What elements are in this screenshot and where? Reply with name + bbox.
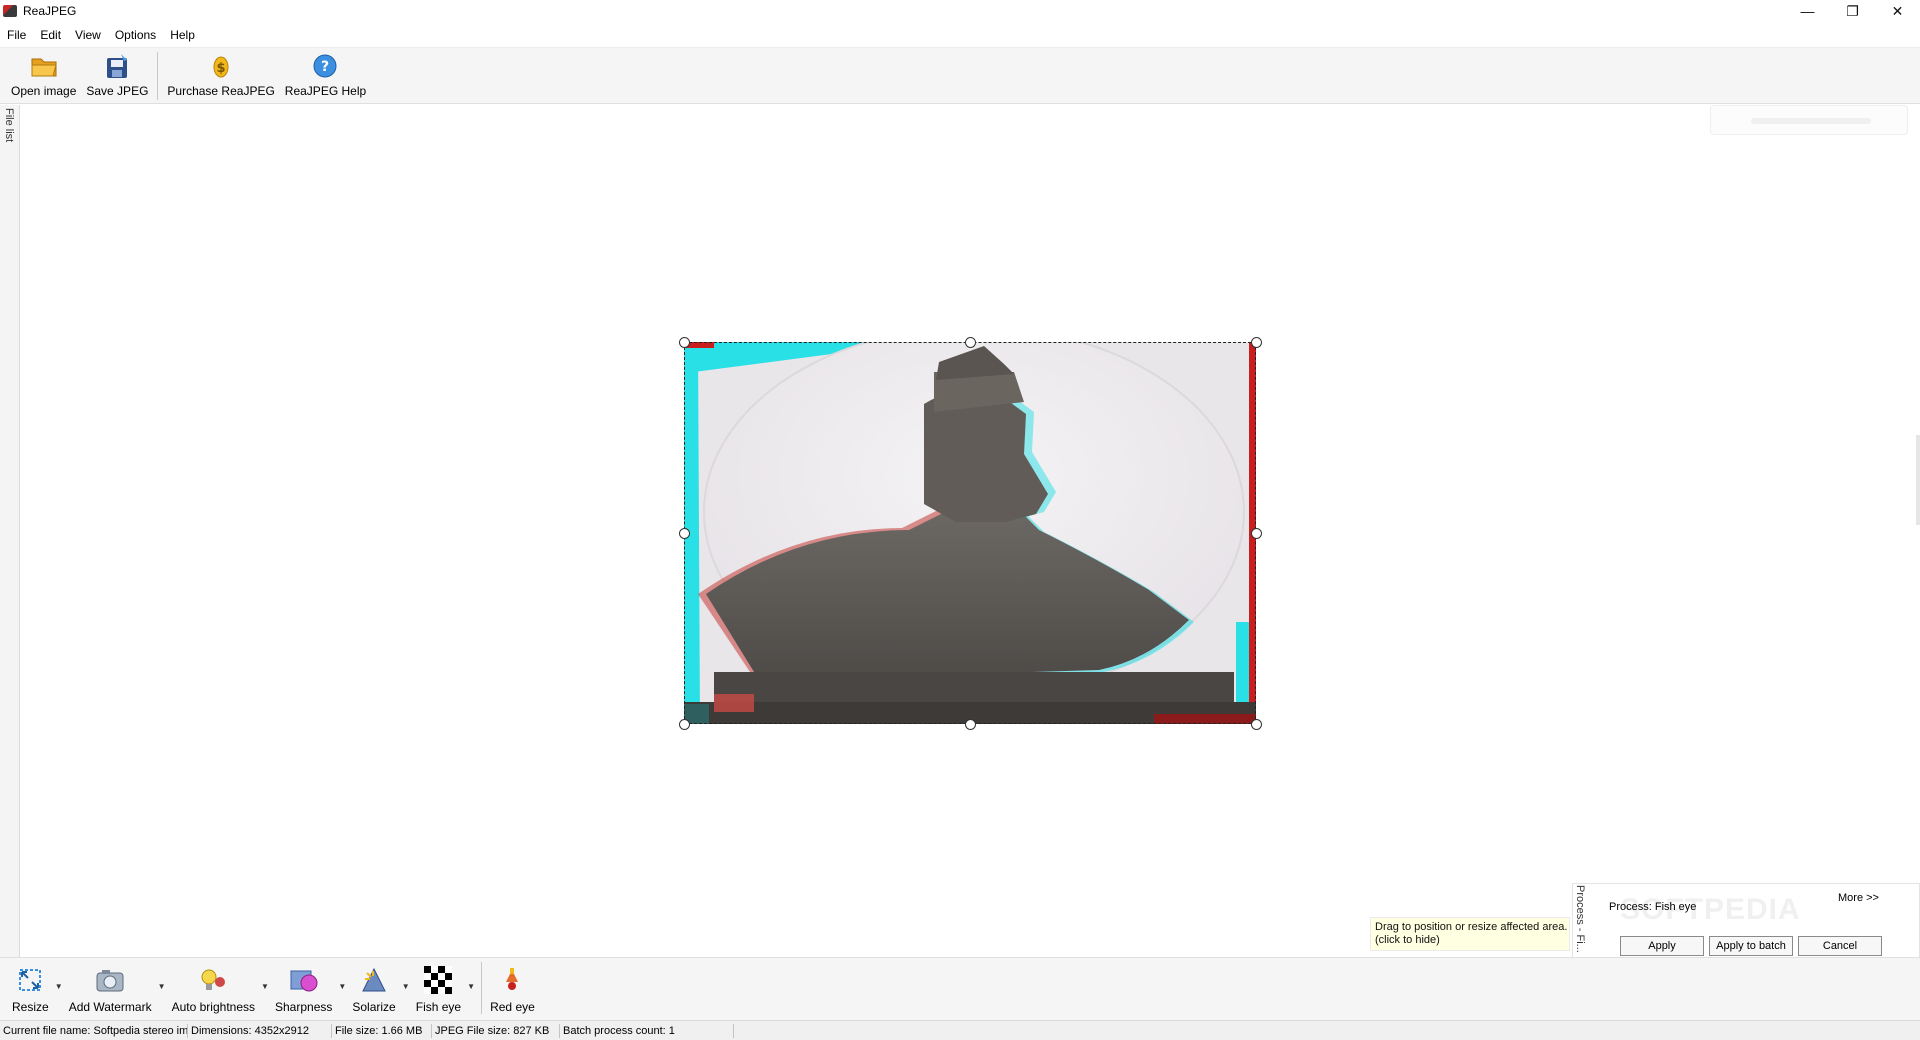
fish-eye-label: Fish eye	[415, 1000, 462, 1014]
bottom-separator	[481, 962, 483, 1014]
solarize-button[interactable]: Solarize	[348, 958, 399, 1020]
title-bar: ReaJPEG — ❐ ✕	[0, 0, 1920, 22]
selection-box[interactable]	[684, 342, 1256, 724]
open-image-button[interactable]: Open image	[6, 48, 81, 104]
toolbar-separator	[157, 52, 159, 100]
more-link[interactable]: More >>	[1838, 892, 1879, 904]
window-title: ReaJPEG	[23, 4, 77, 18]
solarize-label: Solarize	[352, 1000, 396, 1014]
file-list-strip	[0, 105, 20, 957]
fisheye-dropdown-arrow[interactable]: ▼	[465, 982, 477, 991]
cancel-button[interactable]: Cancel	[1798, 936, 1882, 956]
resize-handle-right[interactable]	[1251, 528, 1262, 539]
status-file-size: File size: 1.66 MB	[332, 1023, 432, 1038]
resize-icon	[14, 964, 46, 996]
process-panel-tab[interactable]: Process - Fi...	[1574, 885, 1586, 957]
process-toolbar: Resize ▼ Add Watermark ▼ Auto brightness…	[0, 957, 1920, 1020]
resize-tool-button[interactable]: Resize	[8, 958, 53, 1020]
add-watermark-button[interactable]: Add Watermark	[65, 958, 156, 1020]
folder-icon	[30, 52, 58, 80]
resize-handle-left[interactable]	[679, 528, 690, 539]
apply-button[interactable]: Apply	[1620, 936, 1704, 956]
menu-edit[interactable]: Edit	[33, 28, 68, 42]
help-icon: ?	[311, 52, 339, 80]
app-icon	[3, 5, 17, 17]
watermark-dropdown-arrow[interactable]: ▼	[156, 982, 168, 991]
menu-bar: File Edit View Options Help	[0, 24, 1920, 46]
status-bar: Current file name: Softpedia stereo im D…	[0, 1020, 1920, 1040]
sharpness-dropdown-arrow[interactable]: ▼	[336, 982, 348, 991]
minimize-button[interactable]: —	[1785, 0, 1830, 22]
resize-handle-top[interactable]	[965, 337, 976, 348]
resize-dropdown-arrow[interactable]: ▼	[53, 982, 65, 991]
solarize-dropdown-arrow[interactable]: ▼	[400, 982, 412, 991]
svg-text:$: $	[217, 61, 226, 76]
purchase-label: Purchase ReaJPEG	[167, 84, 275, 98]
sharpness-icon	[288, 964, 320, 996]
menu-view[interactable]: View	[68, 28, 108, 42]
window-controls: — ❐ ✕	[1785, 0, 1920, 22]
restore-button[interactable]: ❐	[1830, 0, 1875, 22]
watermark-icon	[94, 964, 126, 996]
open-image-label: Open image	[11, 84, 77, 98]
redeye-icon	[496, 964, 528, 996]
resize-label: Resize	[12, 1000, 49, 1014]
sharpness-label: Sharpness	[275, 1000, 333, 1014]
auto-brightness-label: Auto brightness	[171, 1000, 255, 1014]
brightness-icon	[197, 964, 229, 996]
menu-options[interactable]: Options	[108, 28, 163, 42]
menu-file[interactable]: File	[0, 28, 33, 42]
resize-handle-bottom[interactable]	[965, 719, 976, 730]
svg-text:?: ?	[321, 59, 329, 75]
brightness-dropdown-arrow[interactable]: ▼	[259, 982, 271, 991]
canvas-scrollbar[interactable]	[1916, 435, 1920, 525]
red-eye-label: Red eye	[490, 1000, 535, 1014]
fisheye-icon	[422, 964, 454, 996]
status-dimensions: Dimensions: 4352x2912	[188, 1023, 332, 1038]
status-batch-count: Batch process count: 1	[560, 1023, 734, 1038]
auto-brightness-button[interactable]: Auto brightness	[168, 958, 259, 1020]
status-file-name: Current file name: Softpedia stereo im	[0, 1023, 188, 1038]
purchase-icon: $	[207, 52, 235, 80]
close-button[interactable]: ✕	[1875, 0, 1920, 22]
help-button[interactable]: ? ReaJPEG Help	[280, 48, 371, 104]
tooltip-line-2: (click to hide)	[1375, 934, 1440, 946]
tooltip-line-1: Drag to position or resize affected area…	[1375, 921, 1568, 933]
red-eye-button[interactable]: Red eye	[486, 958, 539, 1020]
sharpness-button[interactable]: Sharpness	[271, 958, 336, 1020]
faded-panel	[1710, 105, 1908, 135]
resize-handle-bottom-right[interactable]	[1251, 719, 1262, 730]
status-jpeg-size: JPEG File size: 827 KB	[432, 1023, 560, 1038]
solarize-icon	[358, 964, 390, 996]
save-jpeg-button[interactable]: Save JPEG	[81, 48, 153, 104]
hint-tooltip[interactable]: Drag to position or resize affected area…	[1370, 917, 1570, 951]
process-title: Process: Fish eye	[1609, 901, 1697, 913]
fish-eye-button[interactable]: Fish eye	[412, 958, 465, 1020]
resize-handle-bottom-left[interactable]	[679, 719, 690, 730]
file-list-tab[interactable]: File list	[3, 108, 15, 142]
help-label: ReaJPEG Help	[284, 84, 367, 98]
save-jpeg-label: Save JPEG	[86, 84, 149, 98]
apply-to-batch-button[interactable]: Apply to batch	[1709, 936, 1793, 956]
add-watermark-label: Add Watermark	[68, 1000, 152, 1014]
resize-handle-top-right[interactable]	[1251, 337, 1262, 348]
save-icon	[103, 52, 131, 80]
purchase-button[interactable]: $ Purchase ReaJPEG	[162, 48, 279, 104]
main-toolbar: Open image Save JPEG $ Purchase ReaJPEG …	[0, 47, 1920, 104]
menu-help[interactable]: Help	[163, 28, 202, 42]
resize-handle-top-left[interactable]	[679, 337, 690, 348]
